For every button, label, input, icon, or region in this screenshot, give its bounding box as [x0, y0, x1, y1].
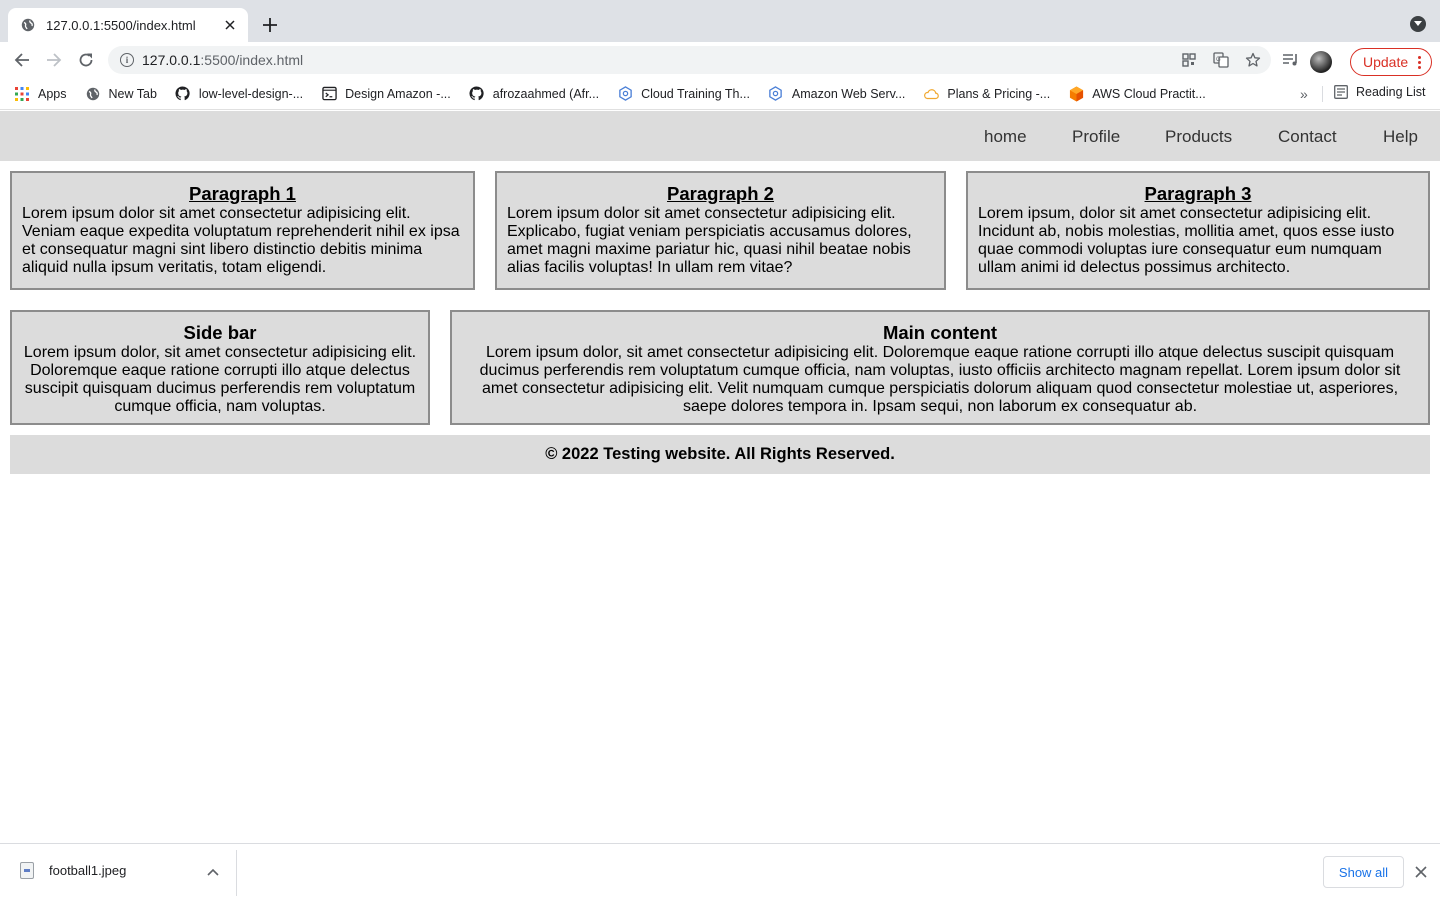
github-icon [469, 86, 485, 102]
main-content-card: Main content Lorem ipsum dolor, sit amet… [450, 310, 1430, 425]
cloud-training-icon [617, 86, 633, 102]
main-content-text: Lorem ipsum dolor, sit amet consectetur … [479, 344, 1401, 415]
nav-link-help[interactable]: Help [1383, 127, 1418, 147]
browser-tab[interactable]: 127.0.0.1:5500/index.html [8, 8, 248, 42]
bookmarks-bar: Apps New Tab low-level-design-... Design… [0, 78, 1440, 110]
aws-cube-icon [1068, 86, 1084, 102]
reload-icon [79, 53, 93, 67]
svg-text:G: G [1216, 57, 1221, 63]
bookmark-label: AWS Cloud Practit... [1092, 86, 1206, 101]
globe-icon [85, 86, 101, 102]
back-button[interactable] [10, 48, 34, 72]
profile-avatar[interactable] [1310, 51, 1332, 73]
apps-grid-icon [14, 86, 30, 102]
close-tab-icon[interactable] [222, 17, 238, 33]
paragraph-text: Lorem ipsum, dolor sit amet consectetur … [978, 205, 1395, 276]
bookmark-amazon-web-services[interactable]: Amazon Web Serv... [768, 86, 905, 102]
nav-link-profile[interactable]: Profile [1072, 127, 1120, 147]
info-icon[interactable]: i [120, 53, 134, 67]
sidebar-card: Side bar Lorem ipsum dolor, sit amet con… [10, 310, 430, 425]
paragraph-card-1: Paragraph 1 Lorem ipsum dolor sit amet c… [10, 171, 475, 290]
github-icon [175, 86, 191, 102]
show-all-downloads-button[interactable]: Show all [1323, 856, 1404, 888]
star-icon[interactable] [1243, 50, 1263, 70]
arrow-right-icon [47, 53, 62, 67]
chevron-up-icon[interactable] [205, 864, 221, 880]
plus-icon [263, 18, 277, 32]
bookmark-label: Cloud Training Th... [641, 86, 750, 101]
bookmark-apps[interactable]: Apps [14, 86, 67, 102]
bookmarks-divider [1322, 86, 1323, 102]
paragraph-card-3: Paragraph 3 Lorem ipsum, dolor sit amet … [966, 171, 1430, 290]
terminal-icon [321, 86, 337, 102]
reload-button[interactable] [74, 48, 98, 72]
nav-link-contact[interactable]: Contact [1278, 127, 1337, 147]
address-bar[interactable]: i 127.0.0.1:5500/index.html G [108, 46, 1271, 74]
sidebar-title: Side bar [183, 322, 257, 343]
new-tab-button[interactable] [258, 13, 282, 37]
paragraph-title: Paragraph 2 [667, 183, 774, 204]
sidebar-text: Lorem ipsum dolor, sit amet consectetur … [23, 344, 417, 415]
bookmark-plans-pricing[interactable]: Plans & Pricing -... [923, 86, 1050, 102]
chevron-down-icon [1414, 21, 1422, 26]
browser-toolbar: i 127.0.0.1:5500/index.html G Update [0, 42, 1440, 78]
nav-link-products[interactable]: Products [1165, 127, 1232, 147]
tab-title: 127.0.0.1:5500/index.html [46, 17, 196, 33]
forward-button[interactable] [42, 48, 66, 72]
bookmark-label: Apps [38, 86, 67, 101]
paragraph-title: Paragraph 3 [1144, 183, 1252, 204]
close-icon[interactable] [1413, 864, 1429, 880]
paragraph-title: Paragraph 1 [189, 183, 296, 204]
bookmark-cloud-training[interactable]: Cloud Training Th... [617, 86, 750, 102]
globe-icon [20, 17, 36, 33]
image-file-icon [20, 862, 34, 879]
paragraph-text: Lorem ipsum dolor sit amet consectetur a… [22, 205, 460, 276]
bookmark-aws-cloud-practitioner[interactable]: AWS Cloud Practit... [1068, 86, 1206, 102]
reading-list-label: Reading List [1356, 85, 1426, 99]
more-vertical-icon [1418, 55, 1422, 69]
update-button[interactable]: Update [1350, 48, 1433, 76]
translate-icon[interactable]: G [1211, 50, 1231, 70]
paragraph-text: Lorem ipsum dolor sit amet consectetur a… [507, 205, 912, 276]
reading-list-icon [1334, 85, 1348, 99]
bookmark-design-amazon[interactable]: Design Amazon -... [321, 86, 451, 102]
bookmark-new-tab[interactable]: New Tab [85, 86, 157, 102]
bookmark-label: New Tab [108, 86, 157, 101]
bookmark-afrozaahmed[interactable]: afrozaahmed (Afr... [469, 86, 599, 102]
update-label: Update [1363, 54, 1409, 70]
bookmark-label: low-level-design-... [198, 86, 304, 101]
tab-search-button[interactable] [1410, 16, 1426, 32]
bookmark-label: Design Amazon -... [345, 86, 451, 101]
bookmark-label: Plans & Pricing -... [947, 86, 1051, 101]
cloud-icon [923, 86, 940, 102]
web-page: home Profile Products Contact Help Parag… [0, 111, 1440, 843]
url-text: 127.0.0.1:5500/index.html [142, 52, 304, 68]
site-footer: © 2022 Testing website. All Rights Reser… [10, 435, 1430, 474]
qr-code-icon[interactable] [1179, 50, 1199, 70]
site-navbar: home Profile Products Contact Help [0, 111, 1440, 161]
bookmark-label: afrozaahmed (Afr... [492, 86, 600, 101]
download-file-name: football1.jpeg [49, 863, 127, 878]
paragraph-card-2: Paragraph 2 Lorem ipsum dolor sit amet c… [495, 171, 946, 290]
media-control-icon[interactable] [1282, 52, 1300, 73]
more-bookmarks-chevron[interactable]: » [1300, 86, 1308, 102]
arrow-left-icon [14, 53, 29, 67]
cloud-training-icon [768, 86, 784, 102]
tab-strip: 127.0.0.1:5500/index.html [0, 0, 1440, 42]
download-item[interactable]: football1.jpeg [20, 862, 126, 879]
bookmark-label: Amazon Web Serv... [791, 86, 906, 101]
nav-link-home[interactable]: home [984, 127, 1027, 147]
reading-list-button[interactable]: Reading List [1334, 85, 1426, 99]
bookmark-low-level-design[interactable]: low-level-design-... [175, 86, 303, 102]
shelf-divider [236, 850, 237, 896]
main-content-title: Main content [882, 322, 998, 343]
download-shelf: football1.jpeg Show all [0, 843, 1440, 900]
